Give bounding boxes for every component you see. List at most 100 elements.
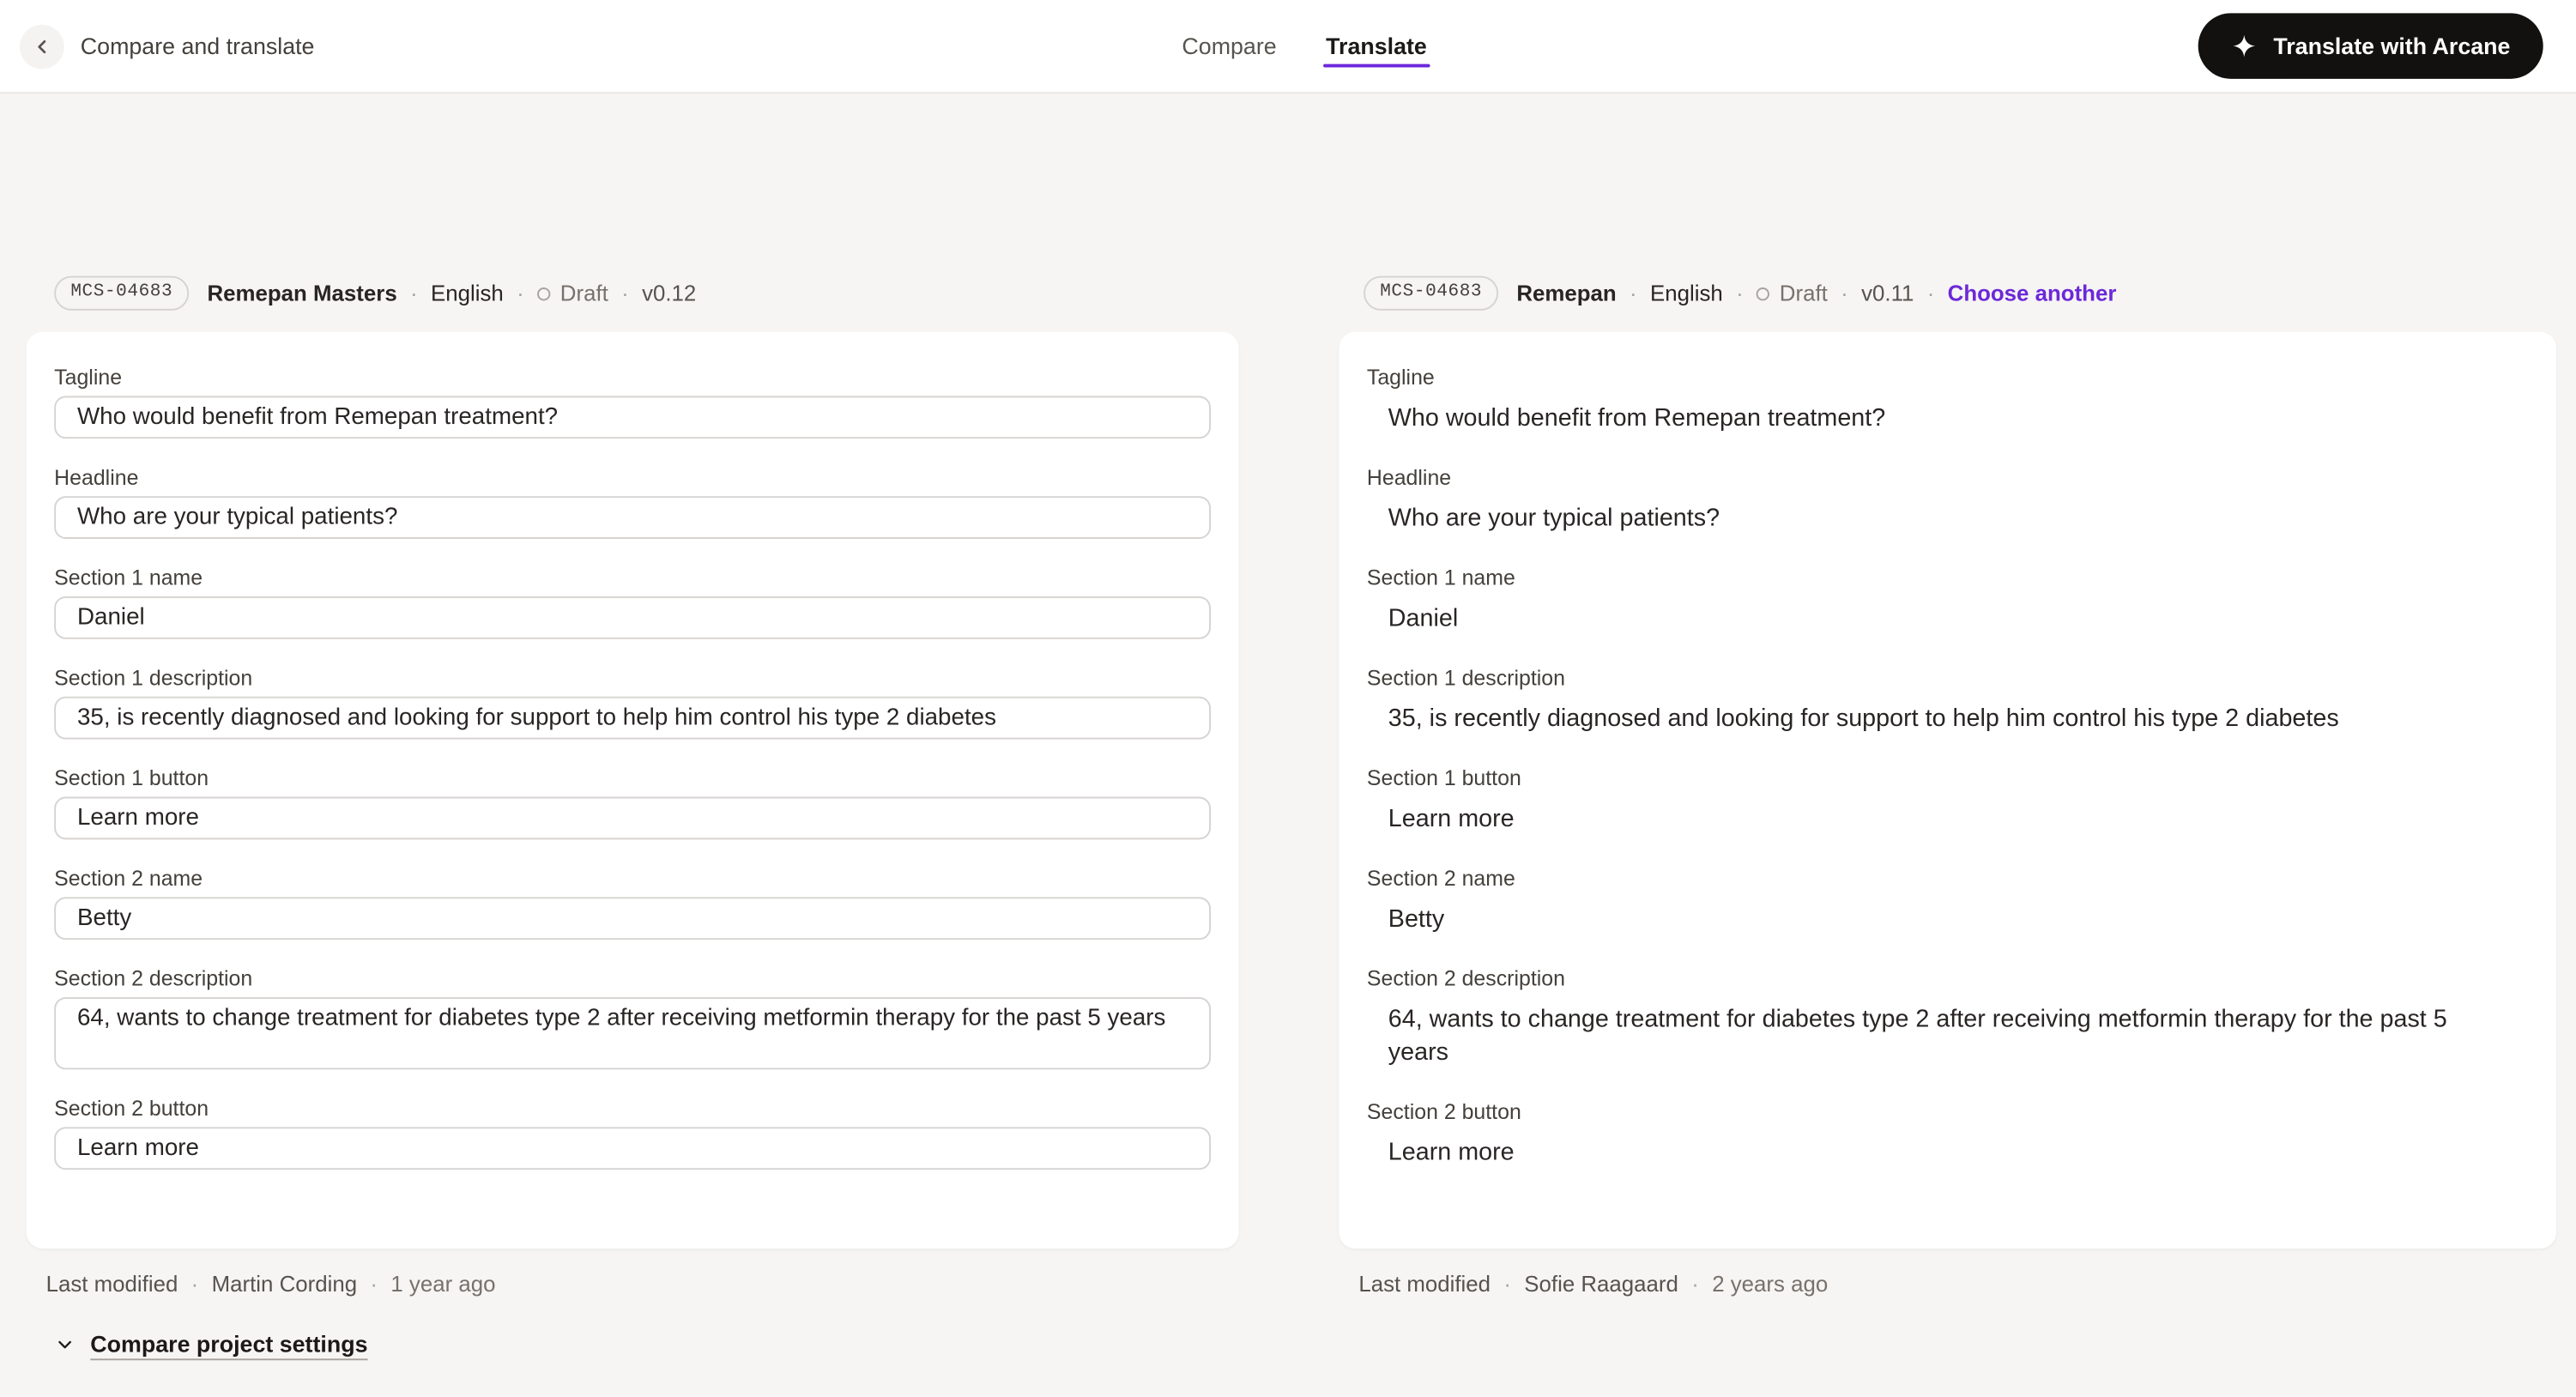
field-label: Section 1 name: [54, 564, 1211, 593]
field-label: Section 1 button: [54, 764, 1211, 793]
separator-dot: ·: [410, 281, 418, 305]
field-label: Section 2 button: [1367, 1098, 2529, 1127]
translate-with-arcane-button[interactable]: Translate with Arcane: [2198, 13, 2543, 79]
field-label: Headline: [54, 463, 1211, 493]
last-modified-time: 2 years ago: [1712, 1272, 1828, 1297]
separator-dot: ·: [1630, 281, 1637, 305]
project-language: English: [1650, 281, 1723, 305]
project-code-badge: MCS-04683: [1364, 276, 1498, 311]
field-section-2-name: Section 2 name: [54, 864, 1211, 940]
tagline-input[interactable]: [54, 396, 1211, 438]
section-2-button-value: Learn more: [1367, 1137, 2529, 1170]
field-section-1-description: Section 1 description 35, is recently di…: [1367, 663, 2529, 735]
section-1-description-input[interactable]: [54, 697, 1211, 740]
project-name: Remepan Masters: [207, 281, 396, 305]
separator-dot: ·: [1691, 1272, 1699, 1297]
field-label: Section 2 description: [1367, 965, 2529, 994]
view-tabs: Compare Translate: [1179, 0, 1430, 92]
field-section-1-button: Section 1 button: [54, 764, 1211, 839]
version-label: v0.11: [1861, 281, 1914, 305]
choose-another-link[interactable]: Choose another: [1948, 281, 2117, 305]
separator-dot: ·: [370, 1272, 378, 1297]
field-label: Section 1 description: [1367, 663, 2529, 692]
status-label: Draft: [1780, 281, 1828, 305]
status-label: Draft: [560, 281, 608, 305]
source-meta-row: MCS-04683 Remepan Masters · English · Dr…: [54, 276, 1238, 311]
target-card: Tagline Who would benefit from Remepan t…: [1339, 332, 2556, 1249]
separator-dot: ·: [621, 281, 629, 305]
field-label: Section 2 name: [54, 864, 1211, 893]
tagline-value: Who would benefit from Remepan treatment…: [1367, 402, 2529, 435]
section-1-button-value: Learn more: [1367, 803, 2529, 836]
cta-label: Translate with Arcane: [2273, 33, 2510, 59]
project-name: Remepan: [1516, 281, 1616, 305]
separator-dot: ·: [1503, 1272, 1511, 1297]
field-section-1-button: Section 1 button Learn more: [1367, 764, 2529, 836]
compare-project-settings-toggle[interactable]: Compare project settings: [54, 1331, 367, 1358]
field-section-2-description: Section 2 description: [54, 965, 1211, 1070]
draft-status-icon: [537, 287, 550, 299]
target-last-modified: Last modified · Sofie Raagaard · 2 years…: [1358, 1272, 2556, 1297]
separator-dot: ·: [1736, 281, 1744, 305]
app-root: Compare and translate Compare Translate …: [0, 0, 2576, 1396]
separator-dot: ·: [517, 281, 524, 305]
sparkle-icon: [2231, 33, 2258, 59]
top-bar: Compare and translate Compare Translate …: [0, 0, 2576, 94]
headline-input[interactable]: [54, 496, 1211, 539]
last-modified-author: Martin Cording: [212, 1272, 358, 1297]
section-1-name-input[interactable]: [54, 596, 1211, 639]
status-badge: Draft: [537, 281, 608, 305]
field-section-2-name: Section 2 name Betty: [1367, 864, 2529, 936]
project-language: English: [431, 281, 504, 305]
status-badge: Draft: [1757, 281, 1828, 305]
field-label: Section 1 button: [1367, 764, 2529, 793]
field-section-2-button: Section 2 button Learn more: [1367, 1098, 2529, 1170]
field-label: Section 2 description: [54, 965, 1211, 994]
field-headline: Headline: [54, 463, 1211, 539]
source-last-modified: Last modified · Martin Cording · 1 year …: [46, 1272, 1239, 1297]
field-label: Section 2 name: [1367, 864, 2529, 893]
field-tagline: Tagline Who would benefit from Remepan t…: [1367, 363, 2529, 435]
field-label: Tagline: [54, 363, 1211, 392]
field-label: Section 1 name: [1367, 564, 2529, 593]
version-label: v0.12: [642, 281, 696, 305]
back-button[interactable]: [20, 24, 64, 69]
compare-settings-label: Compare project settings: [90, 1331, 367, 1358]
last-modified-label: Last modified: [1358, 1272, 1491, 1297]
top-bar-left: Compare and translate: [20, 24, 315, 69]
separator-dot: ·: [1927, 281, 1935, 305]
content-area: MCS-04683 Remepan Masters · English · Dr…: [0, 94, 2576, 1357]
field-label: Section 1 description: [54, 663, 1211, 692]
separator-dot: ·: [191, 1272, 199, 1297]
target-column: MCS-04683 Remepan · English · Draft · v0…: [1339, 276, 2556, 1358]
project-code-badge: MCS-04683: [54, 276, 189, 311]
section-1-name-value: Daniel: [1367, 603, 2529, 636]
draft-status-icon: [1757, 287, 1769, 299]
source-card: Tagline Headline Section 1 name Section …: [27, 332, 1239, 1249]
target-meta-row: MCS-04683 Remepan · English · Draft · v0…: [1364, 276, 2556, 311]
field-label: Section 2 button: [54, 1094, 1211, 1123]
field-section-1-name: Section 1 name Daniel: [1367, 564, 2529, 636]
field-section-1-description: Section 1 description: [54, 663, 1211, 739]
chevron-down-icon: [54, 1334, 76, 1355]
headline-value: Who are your typical patients?: [1367, 503, 2529, 535]
section-2-name-value: Betty: [1367, 904, 2529, 936]
tab-translate[interactable]: Translate: [1322, 0, 1430, 92]
section-1-button-input[interactable]: [54, 797, 1211, 840]
separator-dot: ·: [1841, 281, 1848, 305]
field-label: Headline: [1367, 463, 2529, 493]
field-section-2-button: Section 2 button: [54, 1094, 1211, 1170]
last-modified-time: 1 year ago: [390, 1272, 495, 1297]
section-2-name-input[interactable]: [54, 897, 1211, 940]
section-2-button-input[interactable]: [54, 1127, 1211, 1170]
page-title: Compare and translate: [81, 33, 315, 59]
source-column: MCS-04683 Remepan Masters · English · Dr…: [27, 276, 1239, 1358]
field-headline: Headline Who are your typical patients?: [1367, 463, 2529, 535]
field-label: Tagline: [1367, 363, 2529, 392]
field-section-1-name: Section 1 name: [54, 564, 1211, 639]
last-modified-label: Last modified: [46, 1272, 178, 1297]
field-section-2-description: Section 2 description 64, wants to chang…: [1367, 965, 2529, 1070]
section-1-description-value: 35, is recently diagnosed and looking fo…: [1367, 703, 2529, 735]
section-2-description-input[interactable]: [54, 997, 1211, 1069]
tab-compare[interactable]: Compare: [1179, 0, 1280, 92]
